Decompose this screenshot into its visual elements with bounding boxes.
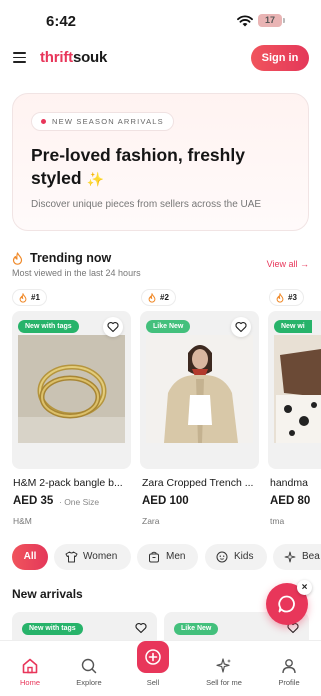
heart-icon (235, 322, 247, 333)
fire-icon (148, 293, 156, 303)
shirt-icon (65, 551, 78, 563)
category-chip-all[interactable]: All (12, 544, 48, 570)
category-label: Women (83, 551, 118, 562)
wifi-icon (237, 14, 253, 32)
category-chip-men[interactable]: Men (137, 544, 198, 570)
product-price: AED 100 (142, 495, 189, 507)
sign-in-button[interactable]: Sign in (251, 45, 309, 71)
hero-title-text: Pre-loved fashion, freshly styled (31, 145, 245, 188)
favorite-button[interactable] (103, 317, 123, 337)
season-pill: NEW SEASON ARRIVALS (31, 112, 174, 131)
rank-badge: #2 (141, 289, 176, 306)
nav-label: Explore (76, 678, 102, 687)
nav-home[interactable]: Home (0, 641, 60, 696)
status-bar: 6:42 17 (0, 0, 321, 42)
category-label: Men (166, 551, 186, 562)
menu-icon[interactable] (13, 52, 26, 63)
condition-tag: New with tags (18, 320, 79, 333)
rank-badge: #1 (12, 289, 47, 306)
close-chat-button[interactable]: × (297, 580, 312, 595)
heart-icon[interactable] (135, 622, 147, 634)
product-name: Zara Cropped Trench ... (142, 477, 254, 489)
user-icon (282, 659, 296, 674)
category-chip-women[interactable]: Women (54, 544, 131, 570)
fire-icon (19, 293, 27, 303)
sparkle-icon (216, 658, 231, 673)
category-label: Kids (234, 551, 254, 562)
search-icon (81, 658, 97, 674)
heart-icon (107, 322, 119, 333)
status-time: 6:42 (46, 13, 77, 30)
home-icon (22, 658, 38, 674)
logo-part-thrift: thrift (40, 49, 73, 66)
nav-sell-button[interactable] (137, 641, 169, 673)
nav-explore[interactable]: Explore (59, 641, 119, 696)
rank-text: #3 (288, 293, 297, 302)
app-logo[interactable]: thriftsouk (40, 49, 107, 66)
product-price: AED 35 (13, 495, 54, 507)
nav-profile[interactable]: Profile (259, 641, 319, 696)
trending-subtitle: Most viewed in the last 24 hours (12, 268, 141, 278)
favorite-button[interactable] (231, 317, 251, 337)
product-card[interactable]: New with tags (12, 311, 131, 469)
product-image-trench (146, 335, 253, 443)
category-chip-beauty[interactable]: Bea (273, 544, 321, 570)
category-label: Bea (302, 551, 320, 562)
product-image-bangles (18, 335, 125, 443)
rank-text: #2 (160, 293, 169, 302)
nav-label: Profile (278, 678, 300, 687)
condition-tag: Like New (174, 623, 219, 635)
battery-indicator: 17 (258, 14, 285, 27)
bag-icon (149, 551, 159, 563)
nav-label: Home (19, 678, 40, 687)
product-size: · One Size (59, 497, 100, 507)
nav-label-sell: Sell (146, 678, 160, 687)
product-image-bag (274, 335, 321, 443)
logo-part-souk: souk (72, 49, 108, 66)
condition-tag: New with tags (22, 623, 83, 635)
rank-text: #1 (31, 293, 40, 302)
category-chip-kids[interactable]: Kids (205, 544, 267, 570)
hero-title: Pre-loved fashion, freshly styled ✨ (31, 144, 281, 191)
trending-header: Trending now Most viewed in the last 24 … (12, 251, 309, 281)
product-card[interactable]: Like New (140, 311, 259, 469)
product-name: H&M 2-pack bangle b... (13, 477, 123, 489)
season-pill-text: NEW SEASON ARRIVALS (52, 117, 164, 126)
pill-dot (41, 119, 46, 124)
trending-title: Trending now (30, 251, 112, 265)
new-arrivals-title: New arrivals (12, 587, 83, 601)
nav-label: Sell for me (206, 678, 242, 687)
baby-icon (216, 551, 228, 563)
plus-icon (145, 649, 161, 665)
product-card[interactable]: New wi (268, 311, 321, 469)
nav-sell-for-me[interactable]: Sell for me (194, 641, 254, 696)
hero-subtitle: Discover unique pieces from sellers acro… (31, 199, 262, 210)
new-arrival-card[interactable]: New with tags (12, 612, 157, 642)
condition-tag: New wi (274, 320, 312, 333)
product-name: handma (270, 477, 308, 489)
rank-badge: #3 (269, 289, 304, 306)
hero-banner: NEW SEASON ARRIVALS Pre-loved fashion, f… (12, 93, 309, 231)
view-all-link[interactable]: View all → (267, 259, 309, 269)
chat-icon (278, 595, 295, 613)
fire-icon (276, 293, 284, 303)
product-brand: tma (270, 516, 285, 526)
product-price: AED 80 (270, 495, 311, 507)
app-header: thriftsouk Sign in (0, 42, 321, 74)
sparkle-icon (284, 551, 296, 563)
product-brand: H&M (13, 516, 32, 526)
product-brand: Zara (142, 516, 160, 526)
condition-tag: Like New (146, 320, 191, 333)
sparkle-icon: ✨ (86, 171, 104, 187)
